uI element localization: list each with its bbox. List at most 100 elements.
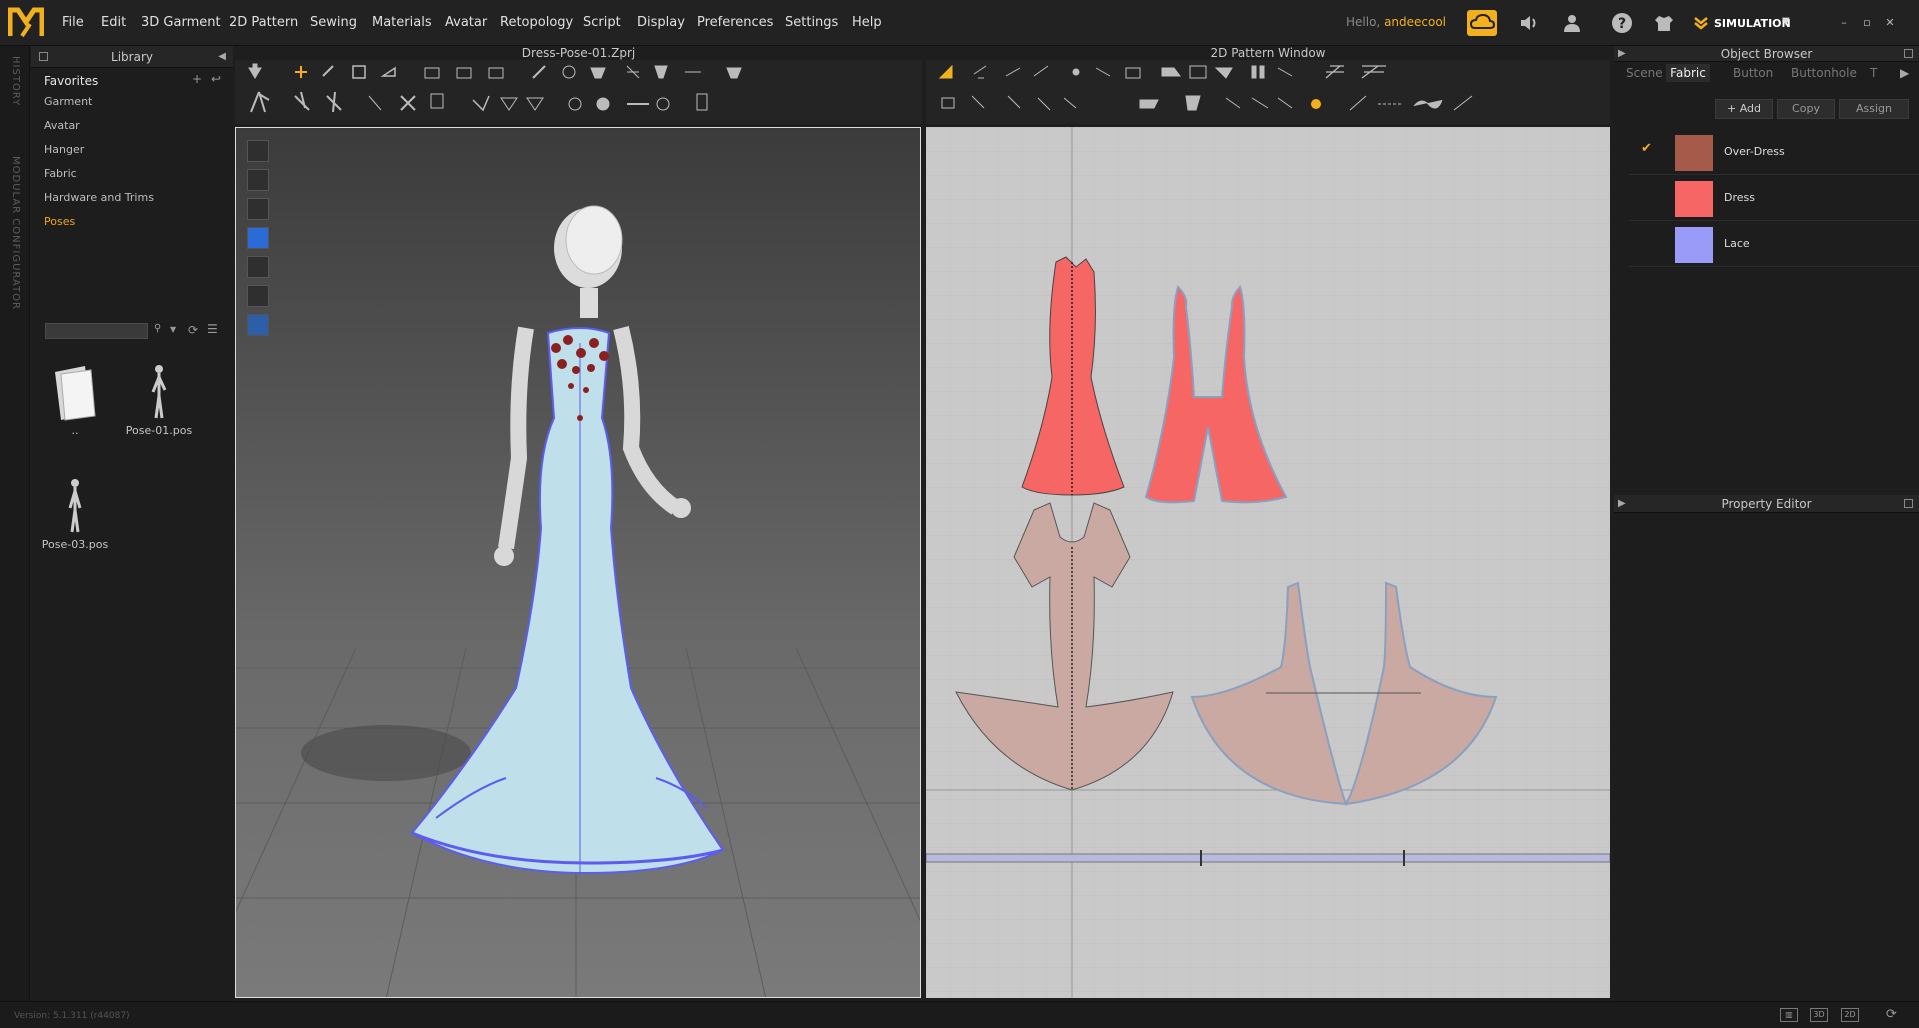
fabric-view-icon[interactable] (247, 169, 269, 191)
menu-preferences[interactable]: Preferences (697, 15, 773, 30)
menu-avatar[interactable]: Avatar (445, 15, 487, 30)
view2d-header: 2D Pattern Window (1210, 46, 1326, 60)
svg-text:?: ? (1618, 16, 1626, 32)
menu-retopology[interactable]: Retopology (500, 15, 573, 30)
tab-button[interactable]: Button (1733, 64, 1773, 82)
tab-trims[interactable]: T (1870, 64, 1877, 82)
menu-settings[interactable]: Settings (785, 15, 838, 30)
speaker-icon[interactable] (1517, 11, 1541, 35)
copy-fabric-button[interactable]: Copy (1777, 99, 1835, 119)
fabric-row-lace[interactable]: Lace (1629, 222, 1919, 267)
view3d-header: Dress-Pose-01.Zprj (521, 46, 636, 60)
dress-model[interactable] (410, 327, 725, 875)
marvelous-logo-icon[interactable] (8, 6, 44, 38)
cloud-sync-icon[interactable] (1467, 10, 1497, 36)
property-editor-title: Property Editor (1721, 497, 1812, 511)
add-icon[interactable]: + (192, 72, 202, 86)
shading-view-icon[interactable] (247, 256, 269, 278)
view3d-tool-icons[interactable] (235, 60, 922, 124)
collapse-arrow-icon[interactable]: ▶ (1618, 46, 1626, 62)
garment-view-icon[interactable] (247, 140, 269, 162)
object-browser-panel: ▶ Object Browser Scene Fabric Button But… (1614, 46, 1919, 491)
refresh-icon[interactable]: ⟳ (188, 323, 198, 337)
collapse-arrow-icon[interactable]: ▶ (1618, 495, 1626, 513)
back-icon[interactable]: ↩ (211, 72, 221, 86)
library-item-hardware-and-trims[interactable]: Hardware and Trims (44, 191, 154, 204)
close-icon[interactable]: ✕ (1883, 16, 1897, 30)
fabric-swatch[interactable] (1675, 181, 1713, 217)
object-browser-title: Object Browser (1720, 47, 1813, 61)
tab-buttonhole[interactable]: Buttonhole (1791, 64, 1857, 82)
favorites-label[interactable]: Favorites (44, 74, 98, 88)
simulation-button[interactable]: SIMULATION ▼ (1689, 10, 1799, 36)
user-name: andeecool (1384, 15, 1447, 29)
simulation-label: SIMULATION (1714, 17, 1791, 30)
library-item-fabric[interactable]: Fabric (44, 167, 77, 180)
assign-fabric-button[interactable]: Assign (1839, 99, 1909, 119)
tabs-scroll-arrow-icon[interactable]: ▶ (1900, 64, 1909, 82)
menu-materials[interactable]: Materials (372, 15, 432, 30)
view2d-tool-icons[interactable] (926, 60, 1610, 124)
user-account-icon[interactable] (1560, 11, 1584, 35)
fabric-swatch[interactable] (1675, 227, 1713, 263)
menu-help[interactable]: Help (852, 15, 882, 30)
library-search-input[interactable] (45, 323, 148, 339)
greeting-text: Hello, (1346, 15, 1381, 29)
search-icon[interactable]: ⚲ (154, 323, 161, 334)
library-item-poses[interactable]: Poses (44, 215, 75, 228)
menu-2d-pattern[interactable]: 2D Pattern (229, 15, 298, 30)
library-item-avatar[interactable]: Avatar (44, 119, 80, 132)
menu-bar: File Edit 3D Garment 2D Pattern Sewing M… (0, 0, 1919, 46)
menu-edit[interactable]: Edit (101, 15, 126, 30)
menu-3d-garment[interactable]: 3D Garment (141, 15, 221, 30)
view-3d-button[interactable]: 3D (1810, 1008, 1828, 1022)
file-name: .. (71, 424, 79, 437)
avatar-shadow (301, 725, 471, 781)
undock-icon[interactable] (39, 52, 48, 61)
restore-icon[interactable]: ▫ (1860, 16, 1874, 30)
fabric-swatch[interactable] (1675, 135, 1713, 171)
object-browser-header: ▶ Object Browser (1614, 46, 1919, 62)
undock-icon[interactable] (1904, 499, 1913, 508)
library-item-garment[interactable]: Garment (44, 95, 92, 108)
pose-figure-icon (68, 479, 82, 533)
menu-file[interactable]: File (62, 15, 84, 30)
pattern-window-canvas[interactable] (926, 127, 1610, 998)
library-title: Library (111, 50, 153, 64)
menu-script[interactable]: Script (583, 15, 621, 30)
view3d-scene[interactable] (236, 128, 921, 998)
property-editor-panel: ▶ Property Editor (1614, 495, 1919, 1001)
head-view-icon[interactable] (247, 285, 269, 307)
side-tab-strip: HISTORY MODULAR CONFIGURATOR (0, 46, 30, 1001)
collapse-arrow-icon[interactable]: ◀ (218, 46, 226, 68)
refresh-icon[interactable]: ⟳ (1886, 1007, 1897, 1022)
avatar-view-icon[interactable] (247, 198, 269, 220)
help-icon[interactable]: ? (1610, 11, 1634, 35)
modular-configurator-tab[interactable]: MODULAR CONFIGURATOR (10, 156, 21, 310)
view2d-toolbar (926, 60, 1610, 124)
view-2d-button[interactable]: 2D (1841, 1008, 1859, 1022)
texture-view-icon[interactable] (247, 227, 269, 249)
tab-fabric[interactable]: Fabric (1666, 64, 1710, 82)
minimize-icon[interactable]: – (1837, 16, 1851, 30)
chevron-down-icon[interactable]: ▼ (170, 325, 176, 334)
add-fabric-button[interactable]: + Add (1715, 99, 1773, 119)
folder-icon (55, 366, 96, 421)
environment-view-icon[interactable] (247, 314, 269, 336)
menu-sewing[interactable]: Sewing (310, 15, 357, 30)
view3d-viewport[interactable] (235, 127, 921, 998)
fabric-row-dress[interactable]: Dress (1629, 176, 1919, 221)
tab-scene[interactable]: Scene (1626, 64, 1663, 82)
fabric-row-over-dress[interactable]: ✔ Over-Dress (1629, 130, 1919, 175)
list-view-icon[interactable]: ☰ (207, 322, 218, 336)
pose-figure-icon (151, 365, 167, 419)
chevron-down-icon[interactable]: ▼ (1782, 16, 1790, 27)
library-panel: Library ◀ Favorites + ↩ Garment Avatar H… (31, 46, 233, 1001)
undock-icon[interactable] (1904, 49, 1913, 58)
garment-tool-icon[interactable] (1652, 11, 1676, 35)
pattern-canvas[interactable] (926, 127, 1610, 998)
split-view-icon[interactable]: ▥ (1780, 1008, 1798, 1022)
history-tab[interactable]: HISTORY (10, 56, 21, 106)
menu-display[interactable]: Display (637, 15, 685, 30)
library-item-hanger[interactable]: Hanger (44, 143, 84, 156)
